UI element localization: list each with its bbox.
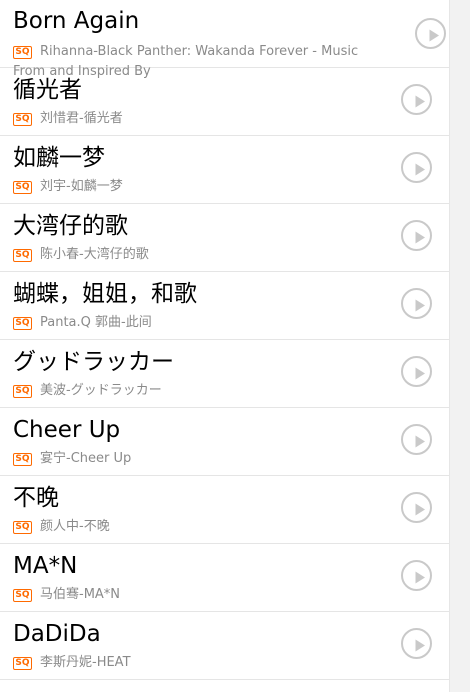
song-subtitle-line: SQ 颜人中-不晚 — [13, 518, 379, 536]
song-artist-album: 马伯骞-MA*N — [40, 587, 121, 602]
song-title: Born Again — [13, 8, 140, 34]
song-subtitle-line: SQ 刘惜君-循光者 — [13, 110, 379, 128]
play-icon — [415, 231, 425, 244]
song-artist-album: 颜人中-不晚 — [40, 519, 110, 534]
song-row[interactable]: 如麟一梦 SQ 刘宇-如麟一梦 — [0, 136, 449, 204]
song-row[interactable]: 大湾仔的歌 SQ 陈小春-大湾仔的歌 — [0, 204, 449, 272]
play-button[interactable] — [401, 628, 432, 659]
song-title: グッドラッカー — [13, 349, 174, 375]
sq-badge-icon: SQ — [13, 589, 32, 602]
song-row[interactable]: 蝴蝶，姐姐，和歌 SQ Panta.Q 郭曲-此间 — [0, 272, 449, 340]
song-subtitle-line: SQ Panta.Q 郭曲-此间 — [13, 314, 379, 332]
play-button[interactable] — [401, 220, 432, 251]
sq-badge-icon: SQ — [13, 113, 32, 126]
sq-badge-icon: SQ — [13, 249, 32, 262]
song-subtitle-line: SQ 美波-グッドラッカー — [13, 382, 379, 400]
play-icon — [415, 95, 425, 108]
song-title: DaDiDa — [13, 621, 101, 647]
song-row[interactable]: Cheer Up SQ 宴宁-Cheer Up — [0, 408, 449, 476]
play-icon — [415, 639, 425, 652]
song-row[interactable]: Born Again SQ Rihanna-Black Panther: Waka… — [0, 0, 449, 79]
song-title: 不晚 — [13, 485, 59, 511]
song-artist-album: Panta.Q 郭曲-此间 — [40, 315, 152, 330]
play-button[interactable] — [401, 152, 432, 183]
play-icon — [415, 571, 425, 584]
sq-badge-icon: SQ — [13, 181, 32, 194]
song-title: MA*N — [13, 553, 78, 579]
play-button[interactable] — [401, 424, 432, 455]
song-row[interactable]: グッドラッカー SQ 美波-グッドラッカー — [0, 340, 449, 408]
song-title: 循光者 — [13, 77, 82, 103]
song-row[interactable]: 循光者 SQ 刘惜君-循光者 — [0, 68, 449, 136]
song-subtitle-line: SQ 马伯骞-MA*N — [13, 586, 379, 604]
play-button[interactable] — [401, 560, 432, 591]
sq-badge-icon: SQ — [13, 46, 32, 59]
play-button[interactable] — [401, 288, 432, 319]
song-artist-album: 宴宁-Cheer Up — [40, 451, 132, 466]
play-button[interactable] — [415, 18, 446, 49]
sq-badge-icon: SQ — [13, 317, 32, 330]
song-list: Born Again SQ Rihanna-Black Panther: Waka… — [0, 0, 450, 692]
song-title: 大湾仔的歌 — [13, 213, 128, 239]
song-row[interactable]: DaDiDa SQ 李斯丹妮-HEAT — [0, 612, 449, 680]
song-title: 如麟一梦 — [13, 145, 105, 171]
song-artist-album: 陈小春-大湾仔的歌 — [40, 247, 149, 262]
song-artist-album: 李斯丹妮-HEAT — [40, 655, 131, 670]
song-artist-album: 美波-グッドラッカー — [40, 383, 162, 398]
play-icon — [415, 503, 425, 516]
play-icon — [415, 435, 425, 448]
sq-badge-icon: SQ — [13, 453, 32, 466]
sq-badge-icon: SQ — [13, 521, 32, 534]
song-subtitle-line: SQ 陈小春-大湾仔的歌 — [13, 246, 379, 264]
play-icon — [429, 29, 439, 42]
play-button[interactable] — [401, 356, 432, 387]
song-subtitle-line: SQ 李斯丹妮-HEAT — [13, 654, 379, 672]
play-icon — [415, 299, 425, 312]
song-subtitle-line: SQ 刘宇-如麟一梦 — [13, 178, 379, 196]
song-title: 蝴蝶，姐姐，和歌 — [13, 281, 197, 307]
play-button[interactable] — [401, 84, 432, 115]
play-icon — [415, 367, 425, 380]
song-artist-album: 刘惜君-循光者 — [40, 111, 123, 126]
play-icon — [415, 163, 425, 176]
song-title: Cheer Up — [13, 417, 121, 443]
song-subtitle-line: SQ 宴宁-Cheer Up — [13, 450, 379, 468]
play-button[interactable] — [401, 492, 432, 523]
song-row[interactable]: MA*N SQ 马伯骞-MA*N — [0, 544, 449, 612]
song-artist-album: 刘宇-如麟一梦 — [40, 179, 123, 194]
sq-badge-icon: SQ — [13, 385, 32, 398]
sq-badge-icon: SQ — [13, 657, 32, 670]
song-row[interactable]: 不晚 SQ 颜人中-不晚 — [0, 476, 449, 544]
